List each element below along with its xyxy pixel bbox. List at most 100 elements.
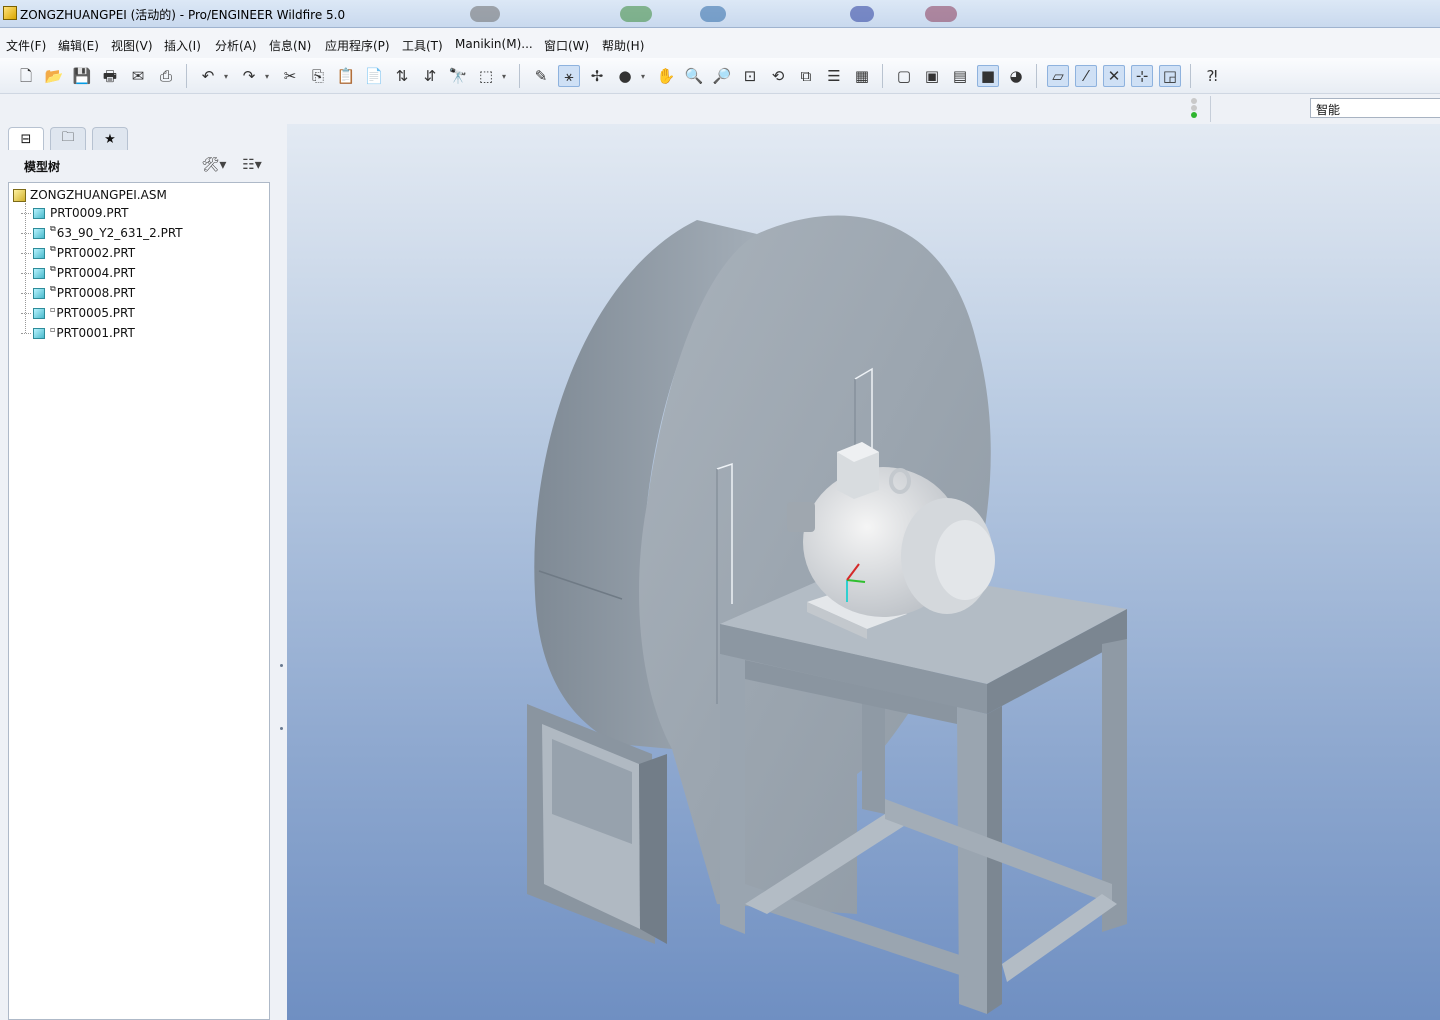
- assembly-3d-model: [527, 215, 1127, 1014]
- panel-splitter[interactable]: [278, 604, 285, 824]
- spin-center-icon[interactable]: ✢: [586, 65, 608, 87]
- whats-this-icon[interactable]: ⁈: [1201, 65, 1223, 87]
- menu-view[interactable]: 视图(V): [111, 37, 153, 54]
- outlet-duct-side: [639, 754, 667, 944]
- tree-connector: [21, 212, 31, 214]
- refit-icon[interactable]: ⊡: [739, 65, 761, 87]
- tree-item-label: PRT0008.PRT: [56, 286, 136, 300]
- shaded-icon[interactable]: ■: [977, 65, 999, 87]
- menu-analysis[interactable]: 分析(A): [215, 37, 257, 54]
- hidden-line-icon[interactable]: ▣: [921, 65, 943, 87]
- taskbar-decoration: [925, 6, 957, 22]
- panel-tabs: ⊟ 🗀 ★: [0, 124, 287, 150]
- model-tree: ZONGZHUANGPEI.ASM PRT0009.PRT ⧉ 63_90_Y2…: [8, 182, 270, 1020]
- paste-special-icon[interactable]: 📄: [363, 65, 385, 87]
- taskbar-decoration: [470, 6, 500, 22]
- package-marker-icon: ▫: [50, 324, 56, 334]
- navigator-panel: ⊟ 🗀 ★ 模型树 🛠▾ ☷▾ ZONGZHUANGPEI.ASM PRT000…: [0, 124, 287, 1020]
- menu-info[interactable]: 信息(N): [269, 37, 311, 54]
- wireframe-icon[interactable]: ▢: [893, 65, 915, 87]
- shading-icon[interactable]: ●: [614, 65, 636, 87]
- shading-dropdown-icon[interactable]: ▾: [641, 72, 645, 81]
- regenerate-icon[interactable]: ⇅: [391, 65, 413, 87]
- coord-sys-icon[interactable]: ⊹: [1131, 65, 1153, 87]
- menu-edit[interactable]: 编辑(E): [58, 37, 99, 54]
- select-dropdown-icon[interactable]: ▾: [502, 72, 506, 81]
- select-box-icon[interactable]: ⬚: [475, 65, 497, 87]
- zoom-in-icon[interactable]: 🔍: [683, 65, 705, 87]
- part-icon: [33, 247, 45, 259]
- tab-model-tree[interactable]: ⊟: [8, 127, 44, 150]
- datum-display-icon[interactable]: ⚹: [558, 65, 580, 87]
- folder-icon: 🗀: [61, 130, 75, 145]
- view-manager-icon[interactable]: ▦: [851, 65, 873, 87]
- cut-icon[interactable]: ✂: [279, 65, 301, 87]
- menu-help[interactable]: 帮助(H): [602, 37, 644, 54]
- part-icon: [33, 227, 45, 239]
- tree-item[interactable]: ⧉ 63_90_Y2_631_2.PRT: [21, 224, 183, 242]
- tree-item-label: 63_90_Y2_631_2.PRT: [56, 226, 183, 240]
- undo-icon[interactable]: ↶: [197, 65, 219, 87]
- saved-views-icon[interactable]: ⧉: [795, 65, 817, 87]
- undo-dropdown-icon[interactable]: ▾: [224, 72, 228, 81]
- new-icon[interactable]: 🗋: [15, 65, 37, 87]
- favorites-icon: ★: [104, 131, 116, 147]
- regen-status-icon: [1189, 97, 1199, 119]
- regen-manager-icon[interactable]: ⇵: [419, 65, 441, 87]
- selection-filter-select[interactable]: 智能: [1310, 98, 1440, 118]
- no-hidden-icon[interactable]: ▤: [949, 65, 971, 87]
- layers-icon[interactable]: ☰: [823, 65, 845, 87]
- redo-dropdown-icon[interactable]: ▾: [265, 72, 269, 81]
- pan-icon[interactable]: ✋: [655, 65, 677, 87]
- tree-item-label: PRT0002.PRT: [56, 246, 136, 260]
- tree-columns-button[interactable]: ☷▾: [236, 154, 268, 176]
- assembly-icon: [13, 188, 26, 202]
- reorient-icon[interactable]: ⟲: [767, 65, 789, 87]
- email-icon[interactable]: ✉: [127, 65, 149, 87]
- print-icon[interactable]: 🖶: [99, 65, 121, 87]
- menu-manikin[interactable]: Manikin(M)...: [455, 37, 533, 51]
- tree-item-label: PRT0001.PRT: [56, 326, 135, 340]
- redo-icon[interactable]: ↷: [238, 65, 260, 87]
- menu-applications[interactable]: 应用程序(P): [325, 37, 390, 54]
- datum-plane-icon[interactable]: ▱: [1047, 65, 1069, 87]
- find-icon[interactable]: 🔭: [447, 65, 469, 87]
- motor-shaft: [787, 502, 815, 532]
- toolbar-separator: [882, 64, 883, 88]
- toolbar-separator: [1036, 64, 1037, 88]
- enhanced-realism-icon[interactable]: ◕: [1005, 65, 1027, 87]
- menu-insert[interactable]: 插入(I): [164, 37, 201, 54]
- tools-icon: 🛠▾: [201, 157, 227, 173]
- menu-tools[interactable]: 工具(T): [402, 37, 443, 54]
- taskbar-decoration: [700, 6, 726, 22]
- datum-point-icon[interactable]: ✕: [1103, 65, 1125, 87]
- tab-favorites[interactable]: ★: [92, 127, 128, 150]
- save-icon[interactable]: 💾: [71, 65, 93, 87]
- tree-item[interactable]: ⧉ PRT0004.PRT: [21, 264, 135, 282]
- tree-settings-button[interactable]: 🛠▾: [198, 154, 230, 176]
- main-toolbar: 🗋 📂 💾 🖶 ✉ ⎙ ↶ ▾ ↷ ▾ ✂ ⎘ 📋 📄 ⇅ ⇵ 🔭 ⬚ ▾ ✎ …: [0, 58, 1440, 94]
- open-icon[interactable]: 📂: [43, 65, 65, 87]
- tree-item[interactable]: ⧉ PRT0002.PRT: [21, 244, 135, 262]
- menu-window[interactable]: 窗口(W): [544, 37, 589, 54]
- tree-item[interactable]: ▫ PRT0005.PRT: [21, 304, 135, 322]
- tree-connector: [21, 312, 31, 314]
- sketch-icon[interactable]: ✎: [530, 65, 552, 87]
- tree-connector: [21, 232, 31, 234]
- tree-item[interactable]: ▫ PRT0001.PRT: [21, 324, 135, 342]
- tree-item[interactable]: PRT0009.PRT: [21, 204, 128, 222]
- copy-icon[interactable]: ⎘: [307, 65, 329, 87]
- zoom-out-icon[interactable]: 🔎: [711, 65, 733, 87]
- menu-file[interactable]: 文件(F): [6, 37, 46, 54]
- datum-axis-icon[interactable]: ⁄: [1075, 65, 1097, 87]
- graphics-viewport[interactable]: [287, 124, 1440, 1020]
- mail-icon[interactable]: ⎙: [155, 65, 177, 87]
- paste-icon[interactable]: 📋: [335, 65, 357, 87]
- tree-item[interactable]: ⧉ PRT0008.PRT: [21, 284, 135, 302]
- menu-bar: 文件(F) 编辑(E) 视图(V) 插入(I) 分析(A) 信息(N) 应用程序…: [0, 28, 1440, 58]
- tree-root-assembly[interactable]: ZONGZHUANGPEI.ASM: [13, 186, 167, 204]
- tree-item-label: PRT0005.PRT: [56, 306, 135, 320]
- tab-folder-browser[interactable]: 🗀: [50, 127, 86, 150]
- annotation-icon[interactable]: ◲: [1159, 65, 1181, 87]
- part-icon: [33, 307, 45, 319]
